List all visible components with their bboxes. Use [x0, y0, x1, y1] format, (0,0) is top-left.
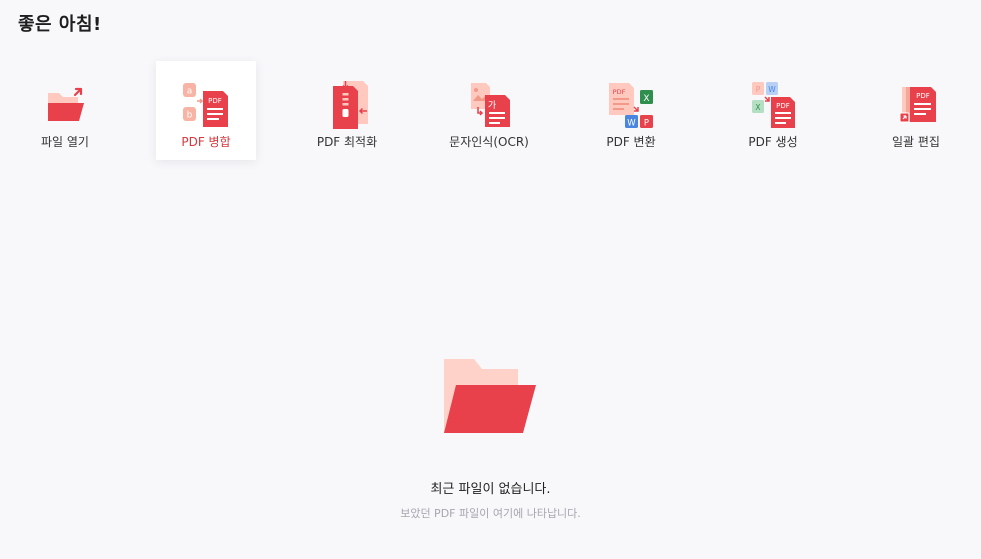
tool-label: 일괄 편집 — [892, 135, 940, 149]
convert-pdf-icon: PDF X W P — [607, 81, 655, 129]
icon-pdf-text: PDF — [208, 97, 222, 105]
tool-label: PDF 변환 — [606, 135, 656, 149]
empty-folder-icon — [443, 359, 536, 433]
create-pdf-button[interactable]: P W X PDF PDF 생성 — [723, 61, 823, 160]
icon-w-text: W — [627, 119, 636, 129]
open-folder-icon — [41, 81, 89, 129]
tool-bar: 파일 열기 a b PDF PDF 병합 PDF 최적화 가 문자인식(OCR)… — [0, 61, 981, 161]
tool-label: PDF 최적화 — [316, 135, 378, 149]
batch-edit-button[interactable]: PDF 일괄 편집 — [866, 61, 966, 160]
ocr-button[interactable]: 가 문자인식(OCR) — [439, 61, 539, 160]
icon-x-text: X — [755, 103, 760, 112]
empty-state — [0, 355, 981, 435]
icon-x-text: X — [643, 94, 649, 104]
icon-pdf-text: PDF — [916, 92, 930, 100]
convert-pdf-button[interactable]: PDF X W P PDF 변환 — [581, 61, 681, 160]
merge-pdf-icon: a b PDF — [182, 81, 230, 129]
icon-letter-a: a — [187, 87, 193, 97]
tool-label: PDF 생성 — [748, 135, 798, 149]
tool-label: PDF 병합 — [181, 135, 231, 149]
empty-state-title: 최근 파일이 없습니다. — [430, 482, 551, 497]
create-pdf-icon: P W X PDF — [749, 81, 797, 129]
icon-w-text: W — [768, 85, 776, 94]
tool-label: 문자인식(OCR) — [449, 135, 529, 149]
ocr-icon: 가 — [465, 81, 513, 129]
tool-label: 파일 열기 — [41, 135, 89, 149]
icon-pdf-text: PDF — [776, 102, 790, 110]
greeting-title: 좋은 아침! — [18, 14, 102, 35]
open-file-button[interactable]: 파일 열기 — [15, 61, 115, 160]
icon-ga-text: 가 — [488, 100, 496, 111]
icon-pdf-text: PDF — [613, 88, 626, 96]
icon-p-text: P — [644, 119, 649, 129]
batch-edit-icon: PDF — [892, 81, 940, 129]
home-screen: 좋은 아침! 파일 열기 a b PDF PDF 병합 PDF 최적화 가 문자… — [0, 0, 981, 559]
compress-pdf-icon — [323, 81, 371, 129]
empty-state-subtitle: 보았던 PDF 파일이 여기에 나타납니다. — [400, 507, 581, 520]
merge-pdf-button[interactable]: a b PDF PDF 병합 — [156, 61, 256, 160]
optimize-pdf-button[interactable]: PDF 최적화 — [297, 61, 397, 160]
icon-p-text: P — [756, 85, 761, 94]
icon-letter-b: b — [187, 111, 193, 121]
